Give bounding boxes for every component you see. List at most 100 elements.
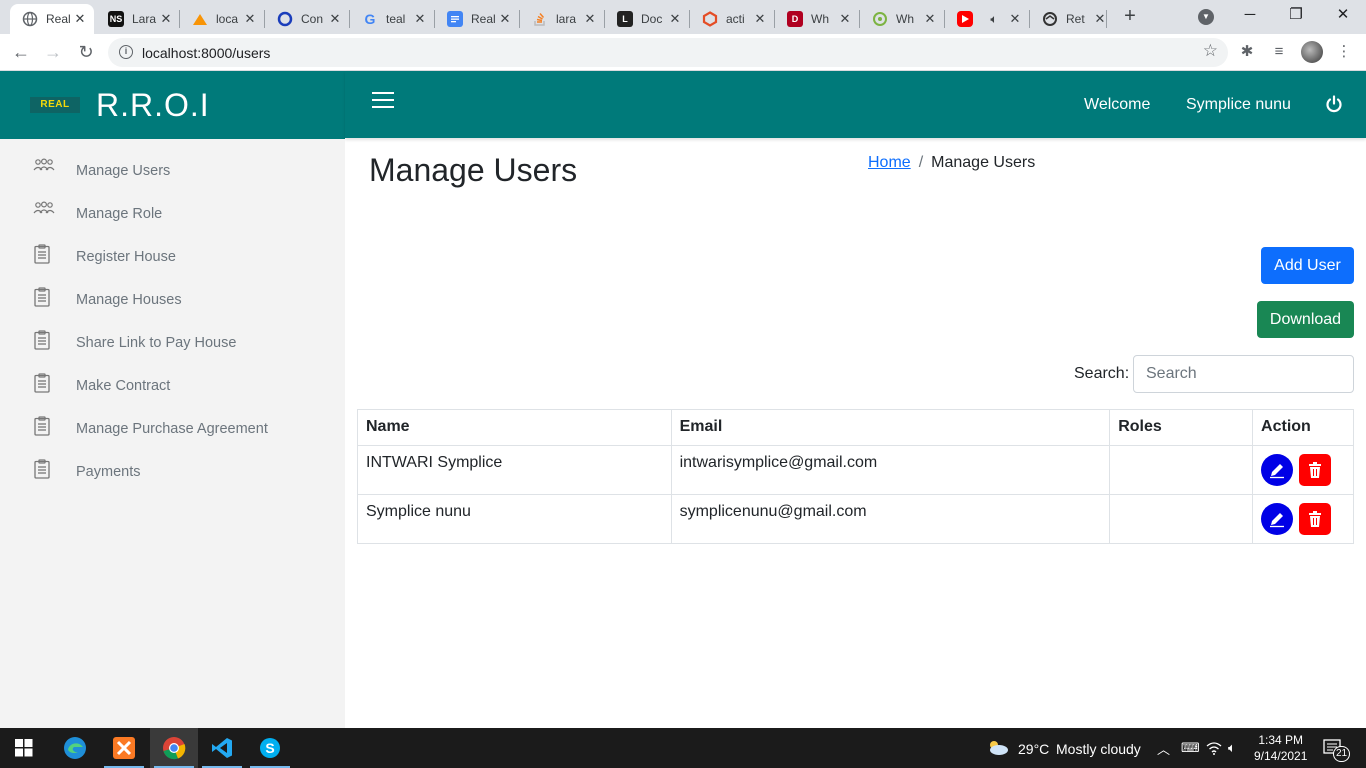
profile-avatar[interactable]: [1301, 41, 1323, 63]
page-title: Manage Users: [369, 152, 578, 188]
stackoverflow-icon: [532, 11, 548, 27]
system-clock[interactable]: 1:34 PM 9/14/2021: [1254, 732, 1307, 764]
power-logout-icon[interactable]: [1325, 95, 1343, 113]
sidebar-item-make-contract[interactable]: Make Contract: [0, 364, 345, 407]
tab-search-icon[interactable]: ▼: [1198, 9, 1214, 25]
sidebar-item-share-link[interactable]: Share Link to Pay House: [0, 321, 345, 364]
user-name-cell: INTWARI Symplice: [357, 445, 672, 495]
company-logo: REAL: [30, 97, 80, 113]
chevron-up-icon[interactable]: ︿: [1157, 739, 1170, 758]
close-tab-icon[interactable]: ✕: [752, 11, 768, 27]
edit-pencil-icon[interactable]: [1261, 503, 1294, 535]
sidebar-item-payments[interactable]: Payments: [0, 450, 345, 493]
close-tab-icon[interactable]: ✕: [582, 11, 598, 27]
browser-tab[interactable]: Con ✕: [265, 4, 349, 34]
xampp-icon[interactable]: [100, 728, 148, 768]
users-icon: [33, 158, 55, 180]
browser-tab[interactable]: D Wh ✕: [775, 4, 859, 34]
url-text[interactable]: localhost:8000/users: [142, 45, 270, 61]
back-arrow-icon[interactable]: ←: [9, 40, 33, 64]
chrome-icon[interactable]: [150, 728, 198, 768]
google-icon: G: [364, 11, 376, 27]
column-header-roles[interactable]: Roles: [1109, 409, 1254, 446]
browser-tab[interactable]: loca ✕: [180, 4, 264, 34]
tab-title: Real: [46, 12, 71, 26]
close-window-button[interactable]: ✕: [1320, 0, 1366, 32]
delete-trash-icon[interactable]: [1299, 454, 1332, 486]
column-header-email[interactable]: Email: [670, 409, 1111, 446]
language-icon[interactable]: ⌨: [1181, 740, 1200, 756]
tab-title: teal: [386, 12, 406, 26]
clipboard-icon: [33, 244, 55, 266]
column-header-name[interactable]: Name: [357, 409, 672, 446]
svg-text:S: S: [265, 740, 274, 756]
close-tab-icon[interactable]: ✕: [837, 11, 853, 27]
browser-tab[interactable]: lara ✕: [520, 4, 604, 34]
forward-arrow-icon[interactable]: →: [41, 40, 65, 64]
close-tab-icon[interactable]: ✕: [72, 11, 88, 27]
delete-trash-icon[interactable]: [1299, 503, 1332, 535]
info-icon[interactable]: i: [119, 45, 133, 59]
address-bar[interactable]: i localhost:8000/users ☆: [108, 38, 1228, 67]
tab-title: acti: [726, 12, 745, 26]
sidebar-item-manage-houses[interactable]: Manage Houses: [0, 278, 345, 321]
browser-tab[interactable]: Wh ✕: [860, 4, 944, 34]
reload-icon[interactable]: ↻: [74, 40, 98, 64]
browser-tab[interactable]: acti ✕: [690, 4, 774, 34]
breadcrumb-home-link[interactable]: Home: [868, 154, 911, 172]
kebab-menu-icon[interactable]: ⋮: [1334, 42, 1354, 62]
search-input[interactable]: [1133, 355, 1354, 393]
browser-tab[interactable]: 🔈︎ ✕: [945, 4, 1029, 34]
browser-tab[interactable]: Real ✕: [10, 4, 94, 34]
media-control-icon[interactable]: ≡: [1269, 42, 1289, 62]
weather-cloud-icon[interactable]: [986, 738, 1010, 761]
close-tab-icon[interactable]: ✕: [327, 11, 343, 27]
speaker-icon[interactable]: 🔈︎: [1228, 740, 1236, 756]
close-tab-icon[interactable]: ✕: [412, 11, 428, 27]
sidebar-item-purchase-agreement[interactable]: Manage Purchase Agreement: [0, 407, 345, 450]
weather-condition[interactable]: Mostly cloudy: [1056, 741, 1141, 757]
audio-icon[interactable]: 🔈︎: [981, 12, 1007, 27]
vscode-icon[interactable]: [198, 728, 246, 768]
close-tab-icon[interactable]: ✕: [242, 11, 258, 27]
browser-tab[interactable]: Real ✕: [435, 4, 519, 34]
wifi-icon[interactable]: [1206, 741, 1222, 760]
close-tab-icon[interactable]: ✕: [667, 11, 683, 27]
new-tab-button[interactable]: +: [1119, 5, 1141, 27]
restore-button[interactable]: ❐: [1273, 0, 1319, 32]
tab-title: Wh: [896, 12, 914, 26]
clock-time: 1:34 PM: [1258, 733, 1304, 747]
add-user-button[interactable]: Add User: [1261, 247, 1354, 284]
browser-tab[interactable]: G teal ✕: [350, 4, 434, 34]
close-tab-icon[interactable]: ✕: [158, 11, 174, 27]
download-button[interactable]: Download: [1257, 301, 1354, 338]
tab-title: Wh: [811, 12, 829, 26]
edit-pencil-icon[interactable]: [1261, 454, 1294, 486]
user-name-link[interactable]: Symplice nunu: [1186, 96, 1291, 114]
close-tab-icon[interactable]: ✕: [1007, 11, 1023, 27]
sidebar-item-label: Register House: [76, 249, 176, 265]
extensions-puzzle-icon[interactable]: ✱: [1237, 42, 1257, 62]
weather-temp[interactable]: 29°C: [1018, 741, 1049, 757]
minimize-button[interactable]: ─: [1227, 0, 1273, 32]
sidebar-item-label: Manage Houses: [76, 292, 182, 308]
sidebar-item-manage-role[interactable]: Manage Role: [0, 192, 345, 235]
sidebar-item-manage-users[interactable]: Manage Users: [0, 149, 345, 192]
clipboard-icon: [33, 373, 55, 395]
close-tab-icon[interactable]: ✕: [922, 11, 938, 27]
laravel-icon: L: [617, 11, 633, 27]
skype-icon[interactable]: S: [246, 728, 294, 768]
browser-tab[interactable]: NS Lara ✕: [96, 4, 180, 34]
close-tab-icon[interactable]: ✕: [497, 11, 513, 27]
bookmark-star-icon[interactable]: ☆: [1203, 41, 1218, 61]
edge-icon[interactable]: [51, 728, 99, 768]
sidebar-item-register-house[interactable]: Register House: [0, 235, 345, 278]
welcome-text: Welcome: [1084, 96, 1151, 113]
hamburger-menu-icon[interactable]: [372, 92, 394, 110]
breadcrumb: Home / Manage Users: [868, 154, 1035, 172]
browser-tab[interactable]: Ret ✕: [1030, 4, 1114, 34]
user-email-cell: symplicenunu@gmail.com: [670, 494, 1111, 544]
sidebar-item-label: Make Contract: [76, 378, 171, 394]
windows-start-icon[interactable]: [0, 728, 48, 768]
browser-tab[interactable]: L Doc ✕: [605, 4, 689, 34]
